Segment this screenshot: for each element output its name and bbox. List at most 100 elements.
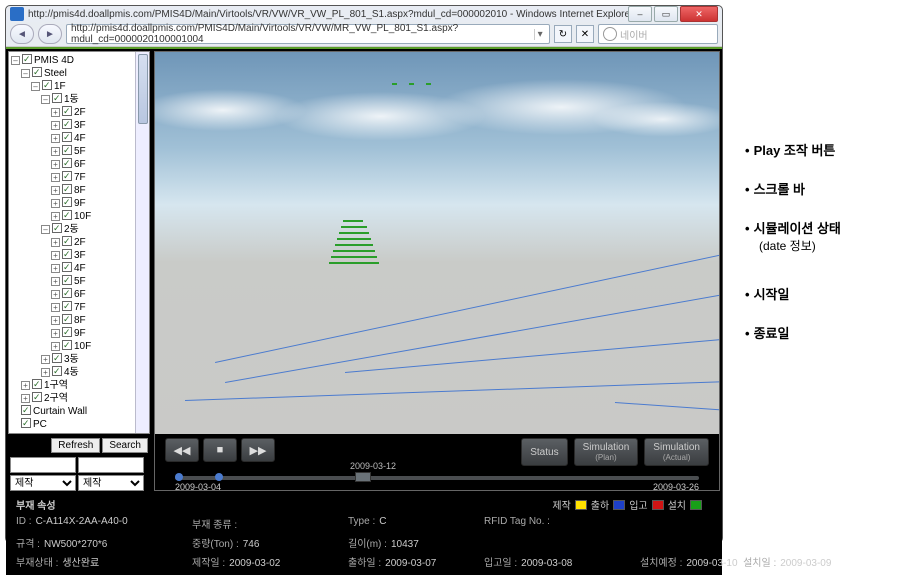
legend-box-blue: [613, 500, 625, 510]
rewind-button[interactable]: ◀◀: [165, 438, 199, 462]
url-dropdown-icon[interactable]: ▾: [534, 29, 545, 40]
app-content: –PMIS 4D –Steel –1F –1동 +2F +3F +4F +5F …: [6, 47, 722, 575]
tree-node[interactable]: +3F: [11, 119, 147, 132]
search-engine-icon: [603, 27, 617, 41]
weight-value: 746: [243, 539, 260, 550]
annotation: •시작일: [745, 284, 920, 303]
simulation-actual-button[interactable]: Simulation(Actual): [644, 438, 709, 466]
tree-node[interactable]: +2F: [11, 236, 147, 249]
model-marks: [392, 83, 431, 85]
legend: 제작 출하 입고 설치: [552, 497, 702, 512]
tree-node[interactable]: –1동: [11, 93, 147, 106]
tree-node[interactable]: –1F: [11, 80, 147, 93]
legend-label: 입고: [629, 497, 647, 512]
tree-node[interactable]: –PMIS 4D: [11, 54, 147, 67]
tree-node[interactable]: –Steel: [11, 67, 147, 80]
stop-button[interactable]: ✕: [576, 25, 594, 43]
tree-node[interactable]: +3F: [11, 249, 147, 262]
back-button[interactable]: ◄: [10, 24, 34, 44]
forward-play-button[interactable]: ▶▶: [241, 438, 275, 462]
tree-node[interactable]: +4F: [11, 132, 147, 145]
annotation: •스크롤 바: [745, 179, 920, 198]
ship-label: 출하일 :: [348, 558, 381, 569]
tree-node[interactable]: +4동: [11, 366, 147, 379]
reload-button[interactable]: ↻: [554, 25, 572, 43]
annotations: •Play 조작 버튼 •스크롤 바 •시뮬레이션 상태(date 정보) •시…: [745, 140, 920, 362]
tree-node[interactable]: PC: [11, 418, 147, 431]
legend-box-green: [690, 500, 702, 510]
status-value: 생산완료: [62, 558, 99, 569]
tree-node[interactable]: +5F: [11, 145, 147, 158]
type-value: C: [379, 516, 386, 527]
tree-node[interactable]: +7F: [11, 301, 147, 314]
id-label: ID :: [16, 516, 32, 527]
ship-value: 2009-03-07: [385, 558, 436, 569]
leader-line: [615, 402, 719, 423]
inst-label: 설치일 :: [743, 558, 776, 569]
tree-scrollbar[interactable]: [135, 52, 149, 433]
status-button[interactable]: Status: [521, 438, 567, 466]
navbar: ◄ ► http://pmis4d.doallpmis.com/PMIS4D/M…: [6, 22, 722, 47]
maximize-button[interactable]: ▭: [654, 6, 678, 22]
tree-node[interactable]: +9F: [11, 197, 147, 210]
filter-select-1[interactable]: 제작: [10, 475, 76, 491]
timeline-slider[interactable]: 2009-03-12 2009-03-04 2009-03-26: [165, 470, 709, 490]
timeline-thumb[interactable]: [355, 472, 371, 482]
spec-value: NW500*270*6: [44, 539, 107, 550]
mfg-value: 2009-03-02: [229, 558, 280, 569]
tree-node[interactable]: +1구역: [11, 379, 147, 392]
tree-node[interactable]: +4F: [11, 262, 147, 275]
annotation: •시뮬레이션 상태(date 정보): [745, 218, 920, 254]
search-button[interactable]: Search: [102, 438, 148, 453]
tree-node[interactable]: –2동: [11, 223, 147, 236]
leader-line: [215, 223, 719, 363]
length-value: 10437: [391, 539, 419, 550]
timeline-start-date: 2009-03-04: [175, 482, 221, 492]
tree-node[interactable]: +6F: [11, 158, 147, 171]
tree-node[interactable]: +3동: [11, 353, 147, 366]
search-box[interactable]: 네이버: [598, 24, 718, 44]
simulation-plan-button[interactable]: Simulation(Plan): [574, 438, 639, 466]
filter-select-2[interactable]: 제작: [78, 475, 144, 491]
close-button[interactable]: ✕: [680, 6, 718, 22]
url-field[interactable]: http://pmis4d.doallpmis.com/PMIS4D/Main/…: [66, 24, 550, 44]
plan-label: 설치예정 :: [640, 558, 682, 569]
sky-clouds: [155, 52, 719, 205]
tree-node[interactable]: +7F: [11, 171, 147, 184]
tree-node[interactable]: +2F: [11, 106, 147, 119]
weight-label: 중량(Ton) :: [192, 539, 239, 550]
leader-line: [225, 266, 719, 383]
type-label: Type :: [348, 516, 375, 527]
tree-node[interactable]: +9F: [11, 327, 147, 340]
tree-node[interactable]: +6F: [11, 288, 147, 301]
tree-node[interactable]: +2구역: [11, 392, 147, 405]
tree-node[interactable]: +5F: [11, 275, 147, 288]
timeline-start-dot[interactable]: [175, 473, 183, 481]
3d-viewport[interactable]: [155, 52, 719, 434]
filter-input-1[interactable]: [10, 457, 76, 473]
ie-icon: [10, 7, 24, 21]
spec-label: 규격 :: [16, 539, 40, 550]
stop-play-button[interactable]: ■: [203, 438, 237, 462]
annotation: •Play 조작 버튼: [745, 140, 920, 159]
legend-box-red: [652, 500, 664, 510]
legend-box-yellow: [575, 500, 587, 510]
tree-node[interactable]: +10F: [11, 210, 147, 223]
status-label: 부재상태 :: [16, 558, 58, 569]
timeline-end-date: 2009-03-26: [653, 482, 699, 492]
tree-node[interactable]: +8F: [11, 184, 147, 197]
tree-node[interactable]: +10F: [11, 340, 147, 353]
mfg-label: 제작일 :: [192, 558, 225, 569]
kind-label: 부재 종류 :: [192, 520, 237, 531]
timeline-dot[interactable]: [215, 473, 223, 481]
window-title: http://pmis4d.doallpmis.com/PMIS4D/Main/…: [28, 9, 628, 20]
minimize-button[interactable]: –: [628, 6, 652, 22]
in-label: 입고일 :: [484, 558, 517, 569]
tree-node[interactable]: Curtain Wall: [11, 405, 147, 418]
forward-button[interactable]: ►: [38, 24, 62, 44]
search-placeholder: 네이버: [620, 27, 648, 42]
length-label: 길이(m) :: [348, 539, 387, 550]
refresh-button[interactable]: Refresh: [51, 438, 100, 453]
tree-node[interactable]: +8F: [11, 314, 147, 327]
filter-input-2[interactable]: [78, 457, 144, 473]
